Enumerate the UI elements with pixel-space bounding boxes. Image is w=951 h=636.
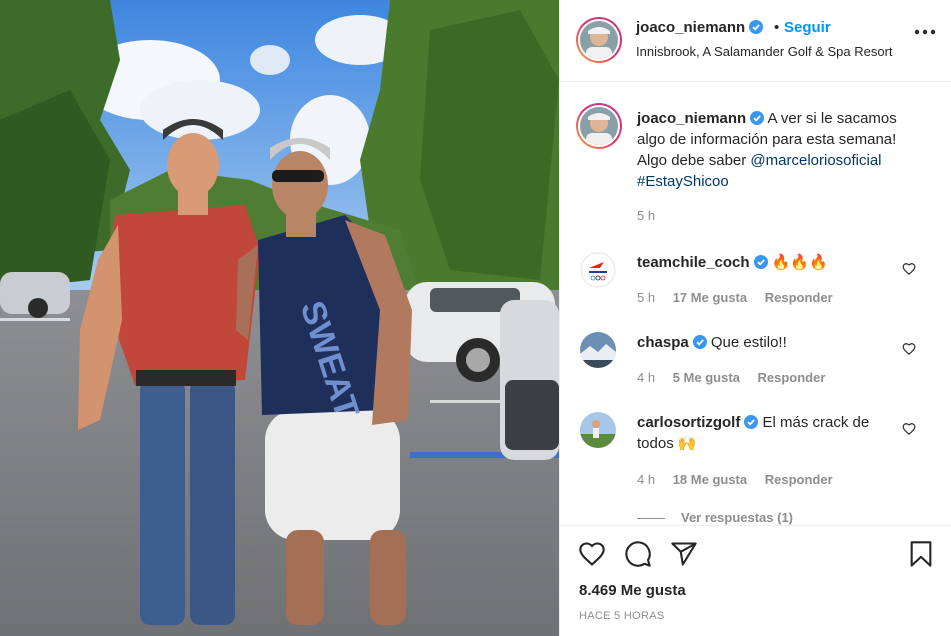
comment-text: Que estilo!! — [710, 334, 787, 351]
commenter-avatar[interactable] — [580, 332, 616, 368]
comment-likes[interactable]: 17 Me gusta — [673, 290, 747, 305]
bookmark-icon[interactable] — [907, 540, 935, 568]
reply-button[interactable]: Responder — [765, 472, 833, 487]
comment-body: teamchile_coch 🔥🔥🔥 — [637, 252, 897, 273]
like-heart-icon[interactable] — [578, 540, 606, 568]
author-username[interactable]: joaco_niemann — [636, 19, 745, 36]
comment-meta: 5 h 17 Me gusta Responder — [637, 290, 847, 305]
reply-button[interactable]: Responder — [758, 370, 826, 385]
comment-username[interactable]: carlosortizgolf — [637, 414, 740, 431]
separator-dot: • — [774, 19, 780, 36]
comment-body: chaspa Que estilo!! — [637, 332, 897, 353]
replies-divider — [637, 518, 665, 520]
post-timestamp[interactable]: HACE 5 HORAS — [579, 610, 665, 622]
avatar-photo — [580, 412, 616, 448]
comment-text: 🔥🔥🔥 — [771, 254, 828, 271]
caption-mention[interactable]: @marceloriosoficial — [750, 152, 881, 169]
verified-badge-icon — [692, 335, 707, 349]
post-caption: joaco_niemann A ver si le sacamos algo d… — [637, 108, 927, 192]
avatar-photo — [580, 107, 618, 145]
view-replies-button[interactable]: Ver respuestas (1) — [637, 510, 793, 525]
commenter-avatar[interactable] — [580, 412, 616, 448]
photo-illustration: SWEAT — [0, 0, 559, 636]
verified-badge-icon — [750, 111, 765, 125]
comments-list[interactable]: joaco_niemann A ver si le sacamos algo d… — [560, 83, 951, 525]
caption-time[interactable]: 5 h — [637, 208, 655, 223]
comment-time[interactable]: 4 h — [637, 370, 655, 385]
comment-icon[interactable] — [624, 540, 652, 568]
follow-button[interactable]: Seguir — [784, 19, 831, 36]
post-actions-footer: 8.469 Me gusta HACE 5 HORAS — [560, 525, 951, 636]
author-avatar[interactable] — [576, 17, 622, 63]
view-replies-label[interactable]: Ver respuestas (1) — [681, 510, 793, 525]
comment-meta: 4 h 5 Me gusta Responder — [637, 370, 839, 385]
comment-likes[interactable]: 5 Me gusta — [673, 370, 740, 385]
verified-badge-icon — [744, 415, 759, 429]
reply-button[interactable]: Responder — [765, 290, 833, 305]
comment-time[interactable]: 4 h — [637, 472, 655, 487]
author-username-row[interactable]: joaco_niemann — [636, 19, 764, 36]
post-photo[interactable]: SWEAT — [0, 0, 559, 636]
comment-username[interactable]: teamchile_coch — [637, 254, 750, 271]
commenter-avatar[interactable] — [580, 252, 616, 288]
more-options-icon[interactable] — [914, 28, 936, 36]
comment-meta: 4 h 18 Me gusta Responder — [637, 472, 847, 487]
teamchile-logo — [580, 252, 616, 288]
verified-badge-icon — [749, 20, 764, 34]
likes-count[interactable]: 8.469 Me gusta — [579, 582, 686, 599]
heart-icon[interactable] — [902, 262, 916, 276]
post-header: joaco_niemann • Seguir Innisbrook, A Sal… — [560, 0, 951, 82]
comment-body: carlosortizgolf El más crack de todos 🙌 — [637, 412, 897, 454]
caption-avatar[interactable] — [576, 103, 622, 149]
comment-username[interactable]: chaspa — [637, 334, 689, 351]
comment-likes[interactable]: 18 Me gusta — [673, 472, 747, 487]
comment-time[interactable]: 5 h — [637, 290, 655, 305]
caption-username[interactable]: joaco_niemann — [637, 110, 746, 127]
avatar-photo — [580, 21, 618, 59]
heart-icon[interactable] — [902, 422, 916, 436]
caption-hashtag[interactable]: #EstayShicoo — [637, 173, 729, 190]
avatar-photo — [580, 332, 616, 368]
share-icon[interactable] — [670, 540, 698, 568]
heart-icon[interactable] — [902, 342, 916, 356]
instagram-post: SWEAT joaco_niemann • Seguir Innisbrook,… — [0, 0, 951, 636]
verified-badge-icon — [753, 255, 768, 269]
post-location[interactable]: Innisbrook, A Salamander Golf & Spa Reso… — [636, 44, 893, 59]
post-details-panel: joaco_niemann • Seguir Innisbrook, A Sal… — [559, 0, 951, 636]
